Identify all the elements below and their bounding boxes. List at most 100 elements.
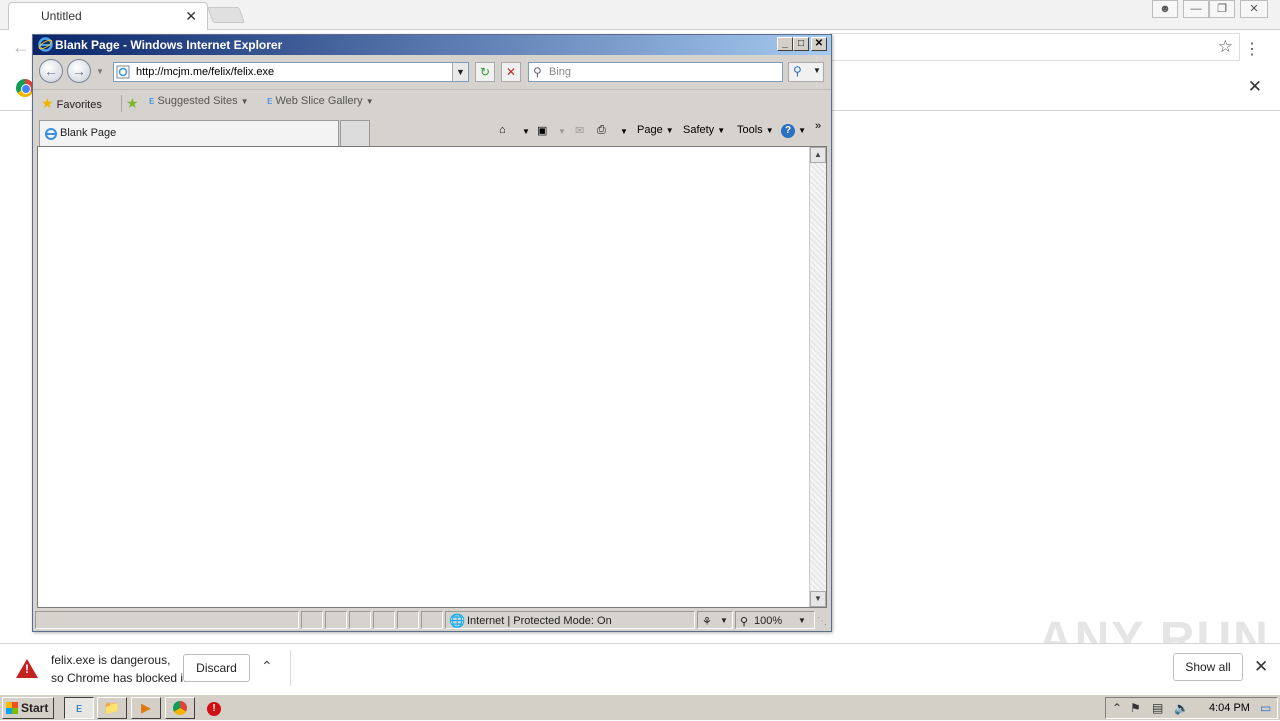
ie-command-bar: Blank Page ⌂ ▼ ▣ ▼ ✉ ⎙ ▼ Page ▼ Safety ▼… [33,118,831,146]
home-dropdown-icon[interactable]: ▼ [522,127,530,136]
ie-search-box[interactable]: ⚲ Bing [528,62,783,82]
start-label: Start [21,701,49,715]
ie-titlebar[interactable]: Blank Page - Windows Internet Explorer _… [33,35,831,55]
web-slice-gallery-link[interactable]: ᴇ Web Slice Gallery ▼ [267,95,374,107]
red-stop-icon: ! [207,702,221,716]
taskbar-explorer-icon[interactable]: 📁 [97,697,127,719]
taskbar-chrome-icon[interactable] [165,697,195,719]
network-icon[interactable]: ▤ [1152,701,1163,715]
chrome-tab[interactable]: Untitled ✕ [8,2,208,30]
home-icon[interactable]: ⌂ [499,124,506,136]
clock[interactable]: 4:04 PM [1209,702,1250,714]
ie-forward-icon[interactable]: → [67,59,91,83]
ie-favorites-bar: ★ Favorites ★ ᴇ Suggested Sites ▼ ᴇ Web … [33,89,831,117]
volume-icon[interactable]: 🔈 [1174,701,1189,715]
chrome-close-button[interactable]: ✕ [1240,0,1268,18]
tools-menu[interactable]: Tools ▼ [737,124,774,136]
ie-navbar: ← → ▼ http://mcjm.me/felix/felix.exe ▼ ↻… [33,55,831,89]
ie-history-dropdown-icon[interactable]: ▼ [96,67,104,76]
search-provider-icon: ⚲ [533,65,542,79]
ie-e-icon: ᴇ [267,95,273,107]
ie-new-tab-button[interactable] [340,120,370,146]
ie-close-button[interactable]: ✕ [811,37,827,51]
page-menu-label: Page [637,124,663,136]
ie-content-area[interactable]: ▲ ▼ [37,146,827,608]
ie-maximize-button[interactable]: □ [793,37,809,51]
add-favorite-button[interactable]: ★ [121,95,139,112]
chrome-restore-button[interactable]: ❐ [1209,0,1235,18]
feeds-dropdown-icon[interactable]: ▼ [558,127,566,136]
page-menu[interactable]: Page ▼ [637,124,674,136]
print-dropdown-icon[interactable]: ▼ [620,127,628,136]
scroll-up-icon[interactable]: ▲ [810,147,826,163]
ie-address-dropdown-icon[interactable]: ▼ [452,63,468,81]
ie-logo-icon [45,128,57,140]
taskbar-ie-icon[interactable]: ᴇ [64,697,94,719]
infobar-close-icon[interactable]: ✕ [1248,77,1262,97]
ie-refresh-icon[interactable]: ↻ [475,62,495,82]
zoom-icon: ⚲ [740,616,749,628]
status-zone-label: Internet | Protected Mode: On [467,615,612,627]
resize-grip-icon[interactable]: ⋱ [817,616,827,627]
taskbar-stop-icon[interactable]: ! [199,697,229,719]
action-center-flag-icon[interactable]: ⚑ [1130,701,1141,715]
chrome-omnibox[interactable]: ☆ [830,33,1240,61]
favorites-button[interactable]: ★ Favorites [41,95,102,112]
chrome-minimize-button[interactable]: — [1183,0,1209,18]
ie-tab[interactable]: Blank Page [39,120,339,146]
ie-window-title: Blank Page - Windows Internet Explorer [55,38,283,52]
read-mail-icon[interactable]: ✉ [575,124,584,137]
ie-window: Blank Page - Windows Internet Explorer _… [32,34,832,632]
chevron-down-icon: ▼ [240,97,249,106]
chrome-back-icon[interactable]: ← [12,37,30,58]
ie-stop-icon[interactable]: ✕ [501,62,521,82]
download-bar-close-icon[interactable]: ✕ [1254,657,1268,677]
chrome-tabstrip: Untitled ✕ ☻ — ❐ ✕ [0,0,1280,30]
warning-exclamation: ! [25,662,29,676]
ie-logo-icon [38,37,53,52]
add-to-favorites-icon: ★ [126,95,139,111]
toolbar-overflow-icon[interactable]: » [815,120,821,132]
chevron-down-icon: ▼ [798,126,806,135]
suggested-sites-label: Suggested Sites [157,95,238,107]
feeds-icon[interactable]: ▣ [537,124,547,137]
chrome-profile-icon[interactable]: ☻ [1152,0,1178,18]
chevron-down-icon: ▼ [717,126,726,135]
scroll-down-icon[interactable]: ▼ [810,591,826,607]
status-cell [325,611,347,629]
help-menu[interactable]: ? ▼ [781,124,806,138]
ie-search-button[interactable]: ⚲ ▼ [788,62,824,82]
status-cell [421,611,443,629]
show-desktop-icon[interactable]: ▭ [1260,701,1271,715]
suggested-sites-link[interactable]: ᴇ Suggested Sites ▼ [149,95,249,107]
ie-vertical-scrollbar[interactable]: ▲ ▼ [809,147,826,607]
help-icon: ? [781,124,795,138]
status-cell [349,611,371,629]
zoom-button[interactable]: ⚲ 100% ▼ [735,611,815,629]
favorites-star-icon: ★ [41,95,54,111]
search-dropdown-icon[interactable]: ▼ [813,66,821,75]
ie-page-icon [116,65,130,79]
chrome-menu-icon[interactable]: ⋮ [1244,39,1260,59]
start-button[interactable]: Start [2,697,54,719]
chrome-logo-icon [173,701,187,715]
ie-address-bar[interactable]: http://mcjm.me/felix/felix.exe ▼ [113,62,469,82]
chevron-up-icon[interactable]: ⌃ [261,658,273,675]
print-icon[interactable]: ⎙ [597,124,606,137]
tray-expand-icon[interactable]: ⌃ [1112,701,1122,715]
bookmark-star-icon[interactable]: ☆ [1218,37,1233,57]
chevron-down-icon: ▼ [798,616,806,625]
protected-mode-button[interactable]: ⚘ ▼ [697,611,733,629]
chevron-down-icon: ▼ [365,97,374,106]
taskbar-media-player-icon[interactable]: ▶ [131,697,161,719]
favorites-label: Favorites [56,99,102,111]
status-zone-cell[interactable]: 🌐 Internet | Protected Mode: On [445,611,695,629]
ie-minimize-button[interactable]: _ [777,37,793,51]
chrome-new-tab-button[interactable] [207,7,245,23]
chrome-tab-close-icon[interactable]: ✕ [185,8,197,25]
discard-button[interactable]: Discard [183,654,250,682]
ie-back-icon[interactable]: ← [39,59,63,83]
safety-menu[interactable]: Safety ▼ [683,124,725,136]
show-all-button[interactable]: Show all [1173,653,1243,681]
ie-search-placeholder: Bing [549,66,572,78]
